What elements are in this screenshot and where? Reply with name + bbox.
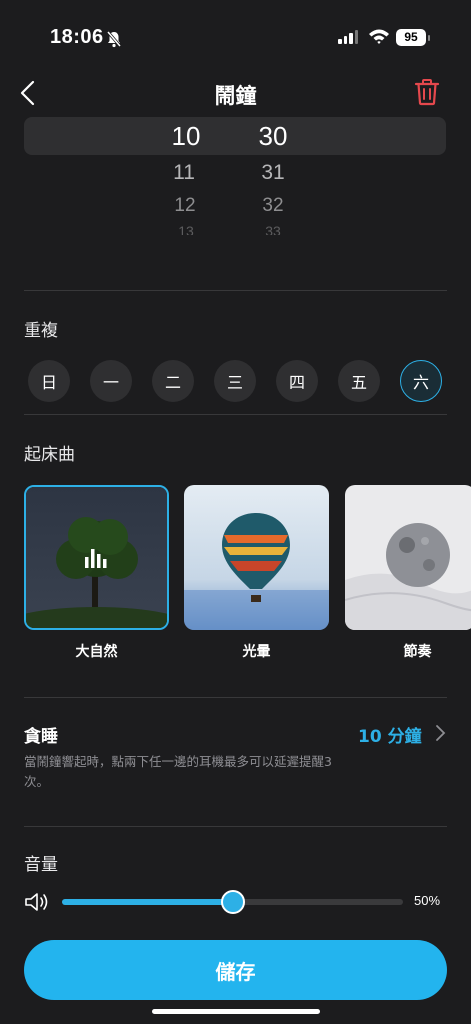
repeat-label: 重複 <box>24 321 58 341</box>
day-chip-thu[interactable]: 四 <box>276 360 318 402</box>
save-button[interactable]: 儲存 <box>24 940 447 1000</box>
volume-percent: 50% <box>414 893 441 908</box>
time-picker-selection-band <box>24 117 446 155</box>
day-chip-tue[interactable]: 二 <box>152 360 194 402</box>
minute-picker-option[interactable]: 33 <box>243 223 303 235</box>
ringtone-name: 光暈 <box>242 644 271 660</box>
divider <box>24 697 447 698</box>
hot-air-balloon-image <box>184 485 329 630</box>
bell-muted-icon <box>106 31 122 48</box>
ringtone-label: 起床曲 <box>24 445 75 465</box>
day-chip-sat[interactable]: 六 <box>400 360 442 402</box>
hour-picker-option[interactable]: 11 <box>154 161 214 185</box>
equalizer-icon <box>85 549 107 568</box>
battery-tip <box>428 35 430 41</box>
volume-slider-thumb[interactable] <box>220 890 245 914</box>
day-chip-fri[interactable]: 五 <box>338 360 380 402</box>
minute-picker-selected[interactable]: 30 <box>243 121 303 152</box>
trash-icon[interactable] <box>414 78 440 106</box>
ringtone-name: 節奏 <box>403 644 432 660</box>
home-indicator <box>152 1009 320 1014</box>
ringtone-card-rhythm[interactable] <box>345 485 471 630</box>
divider <box>24 826 447 827</box>
cellular-signal-icon <box>338 30 358 44</box>
snooze-title: 貪睡 <box>24 727 58 747</box>
page-title: 鬧鐘 <box>214 84 257 108</box>
ringtone-card-nature[interactable] <box>24 485 169 630</box>
day-chip-sun[interactable]: 日 <box>28 360 70 402</box>
snooze-description: 當鬧鐘響起時，點兩下任一邊的耳機最多可以延遲提醒3次。 <box>24 754 332 789</box>
divider <box>24 290 447 291</box>
day-chip-mon[interactable]: 一 <box>90 360 132 402</box>
snooze-value[interactable]: 10 分鐘 <box>358 722 422 747</box>
ringtone-card-halo[interactable] <box>184 485 329 630</box>
hour-picker-option[interactable]: 13 <box>156 223 216 235</box>
volume-label: 音量 <box>24 855 58 875</box>
hour-picker-selected[interactable]: 10 <box>156 121 216 152</box>
volume-slider-fill <box>62 899 233 905</box>
wifi-icon <box>369 29 389 44</box>
hour-picker-option[interactable]: 12 <box>155 195 215 217</box>
day-chip-wed[interactable]: 三 <box>214 360 256 402</box>
chevron-right-icon[interactable] <box>434 724 446 742</box>
minute-picker-option[interactable]: 31 <box>243 161 303 185</box>
ringtone-name: 大自然 <box>75 644 118 660</box>
divider <box>24 414 447 415</box>
battery-indicator: 95 <box>396 29 426 46</box>
minute-picker-option[interactable]: 32 <box>243 195 303 217</box>
status-time: 18:06 <box>50 26 104 48</box>
speaker-icon <box>25 893 48 911</box>
moon-desert-image <box>345 485 471 630</box>
